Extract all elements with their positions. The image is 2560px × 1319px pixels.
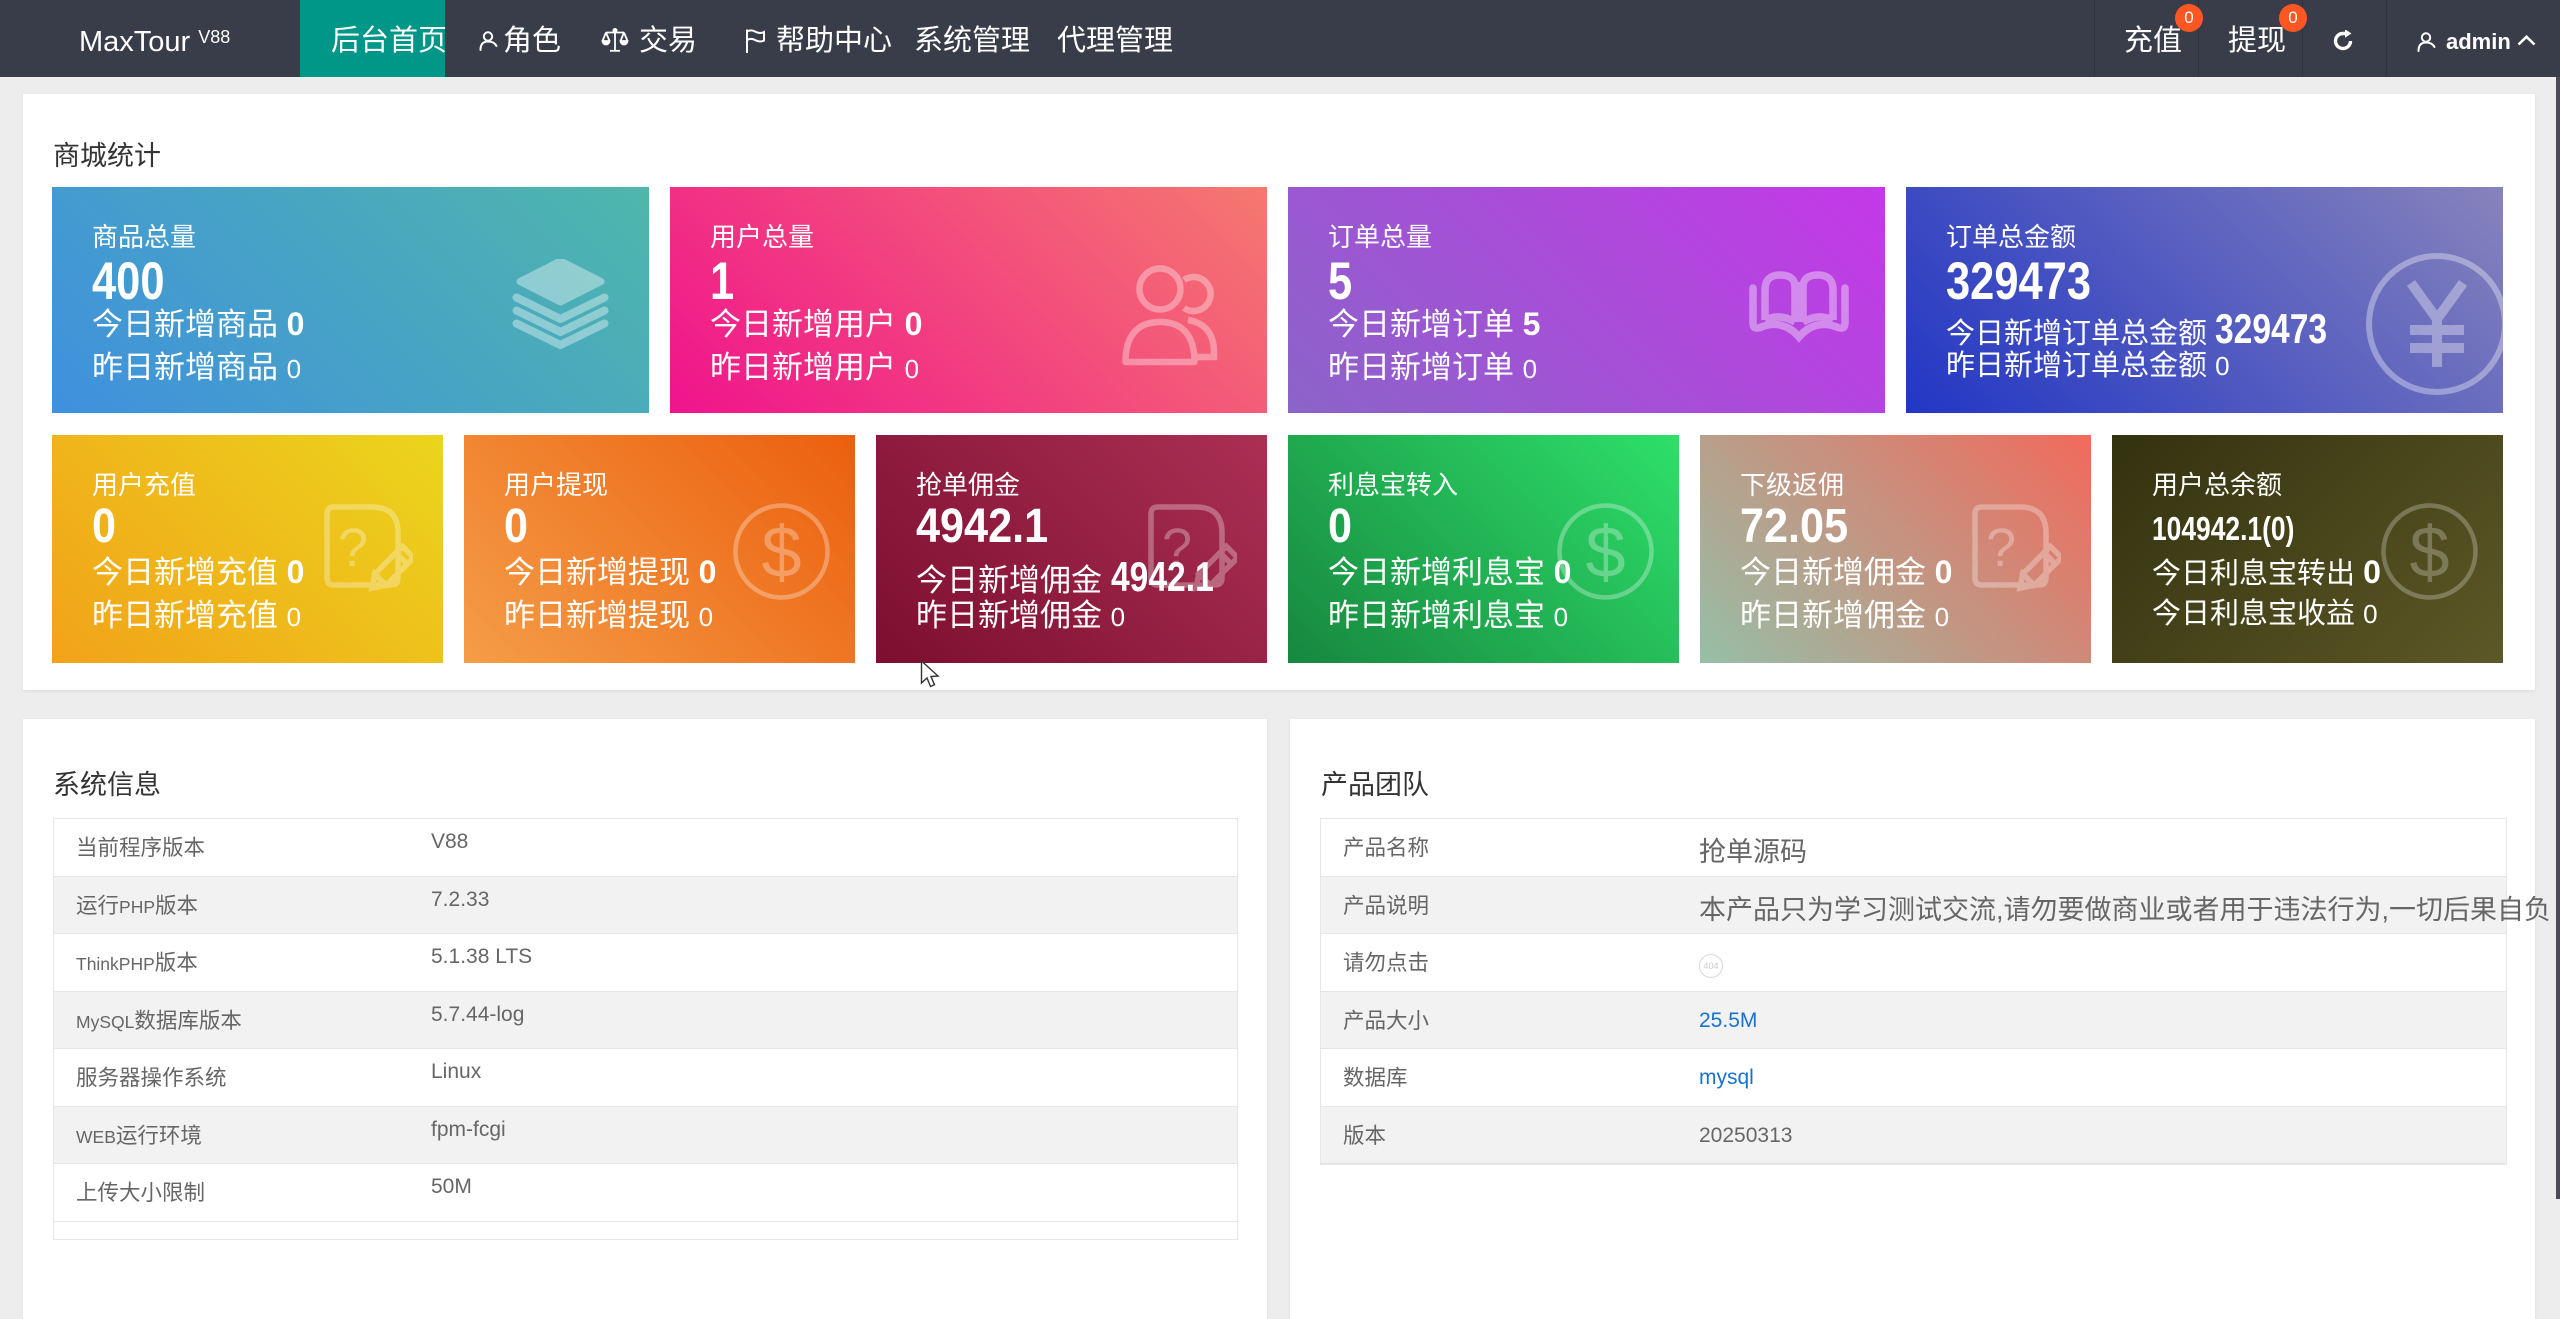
svg-text:?: ?: [1986, 518, 2016, 578]
svg-text:$: $: [761, 513, 801, 593]
svg-text:$: $: [1585, 513, 1625, 593]
svg-text:?: ?: [338, 518, 368, 578]
svg-text:$: $: [2409, 513, 2449, 593]
svg-text:?: ?: [1162, 518, 1192, 578]
